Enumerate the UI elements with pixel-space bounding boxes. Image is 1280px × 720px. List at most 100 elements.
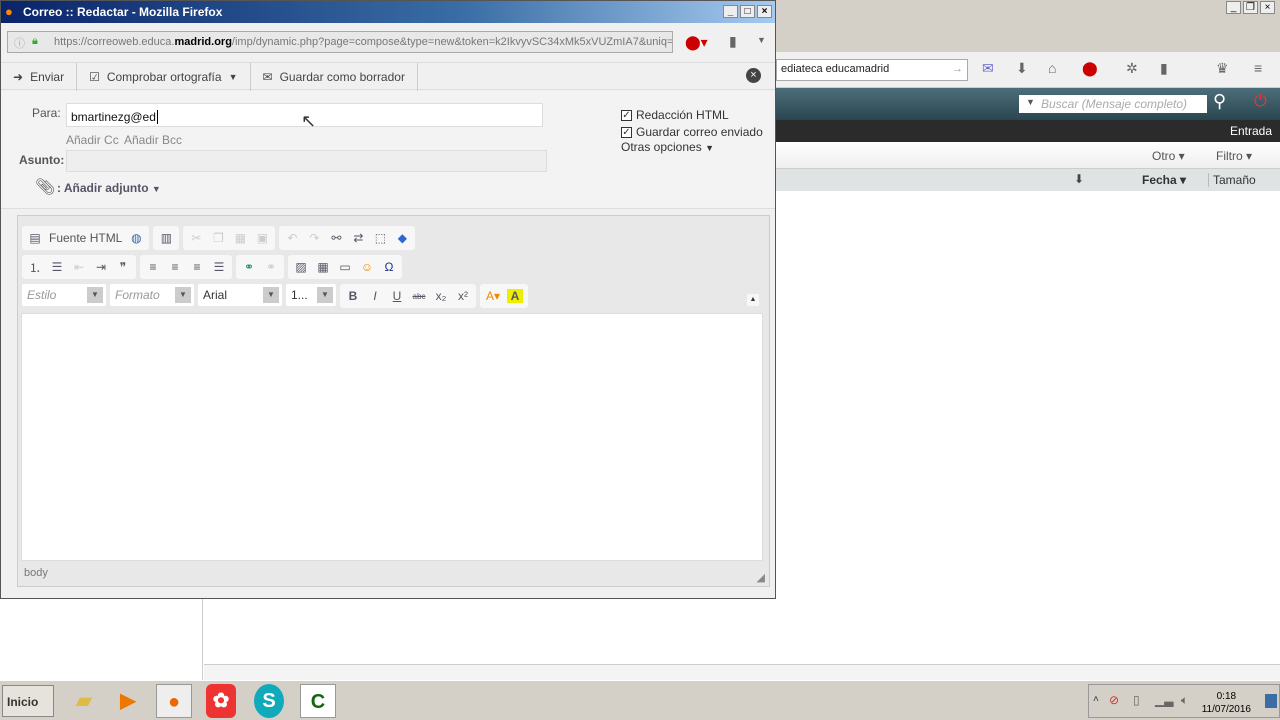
strikethrough-icon[interactable]: abc: [411, 292, 427, 301]
bold-icon[interactable]: B: [345, 289, 361, 303]
redo-icon[interactable]: ↷: [306, 231, 322, 245]
outdent-icon[interactable]: ⇤: [71, 260, 87, 274]
search-dropdown-icon[interactable]: ▼: [1026, 97, 1035, 107]
text-color-icon[interactable]: A▾: [485, 289, 501, 303]
mail-icon[interactable]: ✉: [982, 60, 994, 77]
signal-icon[interactable]: ▁▃: [1155, 693, 1173, 707]
resize-handle-icon[interactable]: ◢: [757, 571, 765, 584]
editor-body[interactable]: [21, 313, 763, 561]
add-cc-link[interactable]: Añadir Cc: [66, 133, 119, 147]
bg-url-bar[interactable]: ediateca educamadrid →: [776, 59, 968, 81]
send-button[interactable]: ➜ Enviar: [1, 63, 78, 91]
column-tamano[interactable]: Tamaño: [1208, 173, 1256, 187]
download-icon[interactable]: ⬇: [1016, 60, 1028, 77]
network-icon[interactable]: ⊘: [1109, 693, 1119, 707]
link-icon[interactable]: ⚭: [241, 260, 257, 274]
screen-recorder-icon[interactable]: ✿: [206, 684, 236, 718]
skype-icon[interactable]: S: [254, 684, 284, 718]
more-options-toggle[interactable]: Otras opciones ▼: [621, 140, 714, 154]
bg-search-input[interactable]: Buscar (Mensaje completo): [1019, 95, 1207, 113]
justify-icon[interactable]: ☰: [211, 260, 227, 274]
blockquote-icon[interactable]: ❞: [115, 260, 131, 274]
bg-sidebar: [0, 598, 203, 680]
extension-icon[interactable]: ✲: [1126, 60, 1138, 77]
start-button[interactable]: Inicio: [2, 685, 54, 717]
close-compose-icon[interactable]: ×: [746, 68, 761, 83]
collapse-toolbar-icon[interactable]: ▲: [747, 294, 759, 306]
info-icon[interactable]: ⓘ: [14, 35, 25, 51]
explorer-icon[interactable]: ▰: [66, 684, 102, 718]
clock[interactable]: 0:18 11/07/2016: [1202, 690, 1251, 716]
adblock-icon[interactable]: ⬤: [1082, 60, 1098, 77]
attach-button[interactable]: : Añadir adjunto ▼: [57, 181, 161, 195]
logout-icon[interactable]: ⏻: [1254, 93, 1267, 111]
select-all-icon[interactable]: ⬚: [372, 231, 388, 245]
subscript-icon[interactable]: x₂: [433, 289, 449, 303]
style-select[interactable]: Estilo ▼: [22, 284, 106, 306]
show-hidden-icons[interactable]: ˄: [1093, 694, 1099, 705]
search-icon[interactable]: ⚲: [1213, 91, 1226, 112]
replace-icon[interactable]: ⇄: [350, 231, 366, 245]
pocket-icon[interactable]: ♛: [1216, 60, 1229, 77]
cut-icon[interactable]: ✂: [188, 231, 204, 245]
font-select[interactable]: Arial ▼: [198, 284, 282, 306]
superscript-icon[interactable]: x²: [455, 289, 471, 303]
horizontal-rule-icon[interactable]: ▭: [337, 260, 353, 274]
clipboard-icon[interactable]: ▮: [729, 33, 737, 50]
close-button[interactable]: ×: [757, 5, 772, 18]
subject-input[interactable]: [66, 150, 547, 172]
eraser-icon[interactable]: ◆: [394, 231, 410, 245]
add-bcc-link[interactable]: Añadir Bcc: [124, 133, 182, 147]
overflow-dropdown-icon[interactable]: ▼: [757, 35, 766, 45]
find-icon[interactable]: ⚯: [328, 231, 344, 245]
adblock-icon[interactable]: ⬤▾: [685, 34, 708, 51]
sort-arrow-icon[interactable]: ⬇: [1074, 172, 1084, 186]
volume-icon[interactable]: 🔈︎: [1181, 693, 1188, 708]
size-select[interactable]: 1... ▼: [286, 284, 336, 306]
menu-icon[interactable]: ≡: [1254, 60, 1262, 76]
save-draft-button[interactable]: ✉ Guardar como borrador: [251, 63, 418, 91]
undo-icon[interactable]: ↶: [284, 231, 300, 245]
bg-minimize-button[interactable]: _: [1226, 1, 1241, 14]
go-arrow-icon[interactable]: →: [952, 63, 963, 75]
spellcheck-button[interactable]: ☑ Comprobar ortografía ▼: [77, 63, 251, 91]
special-char-icon[interactable]: Ω: [381, 260, 397, 274]
firefox-taskbar-icon[interactable]: ●: [156, 684, 192, 718]
smiley-icon[interactable]: ☺: [359, 260, 375, 274]
battery-icon[interactable]: ▯: [1133, 693, 1140, 707]
home-icon[interactable]: ⌂: [1048, 60, 1056, 76]
indent-icon[interactable]: ⇥: [93, 260, 109, 274]
clipboard-icon[interactable]: ▮: [1160, 60, 1168, 77]
align-center-icon[interactable]: ≡: [167, 260, 183, 274]
filter-otro[interactable]: Otro ▾: [1152, 149, 1185, 163]
unlink-icon[interactable]: ⚭: [263, 260, 279, 274]
bg-close-button[interactable]: ×: [1260, 1, 1275, 14]
image-icon[interactable]: ▨: [293, 260, 309, 274]
url-bar[interactable]: ⓘ 🔒︎ https://correoweb.educa.madrid.org/…: [7, 31, 673, 53]
save-sent-checkbox[interactable]: ✓ Guardar correo enviado: [621, 125, 763, 139]
media-player-icon[interactable]: ▶: [110, 684, 146, 718]
align-right-icon[interactable]: ≡: [189, 260, 205, 274]
show-desktop-button[interactable]: [1265, 694, 1277, 708]
camtasia-icon[interactable]: C: [300, 684, 336, 718]
format-select[interactable]: Formato ▼: [110, 284, 194, 306]
filter-filtro[interactable]: Filtro ▾: [1216, 149, 1252, 163]
table-icon[interactable]: ▦: [315, 260, 331, 274]
paste-text-icon[interactable]: ▣: [254, 231, 270, 245]
copy-icon[interactable]: ❐: [210, 231, 226, 245]
bullet-list-icon[interactable]: ☰: [49, 260, 65, 274]
align-left-icon[interactable]: ≡: [145, 260, 161, 274]
italic-icon[interactable]: I: [367, 289, 383, 303]
maximize-button[interactable]: □: [740, 5, 755, 18]
numbered-list-icon[interactable]: ⒈: [27, 259, 43, 276]
templates-icon[interactable]: ▥: [158, 231, 174, 245]
bg-restore-button[interactable]: ❐: [1243, 1, 1258, 14]
column-fecha[interactable]: Fecha ▾: [1142, 173, 1186, 187]
background-color-icon[interactable]: A: [507, 289, 523, 303]
underline-icon[interactable]: U: [389, 289, 405, 303]
preview-icon[interactable]: ◍: [128, 231, 144, 245]
source-button[interactable]: Fuente HTML: [49, 231, 122, 245]
minimize-button[interactable]: _: [723, 5, 738, 18]
paste-icon[interactable]: ▦: [232, 231, 248, 245]
html-compose-checkbox[interactable]: ✓ Redacción HTML: [621, 108, 729, 122]
